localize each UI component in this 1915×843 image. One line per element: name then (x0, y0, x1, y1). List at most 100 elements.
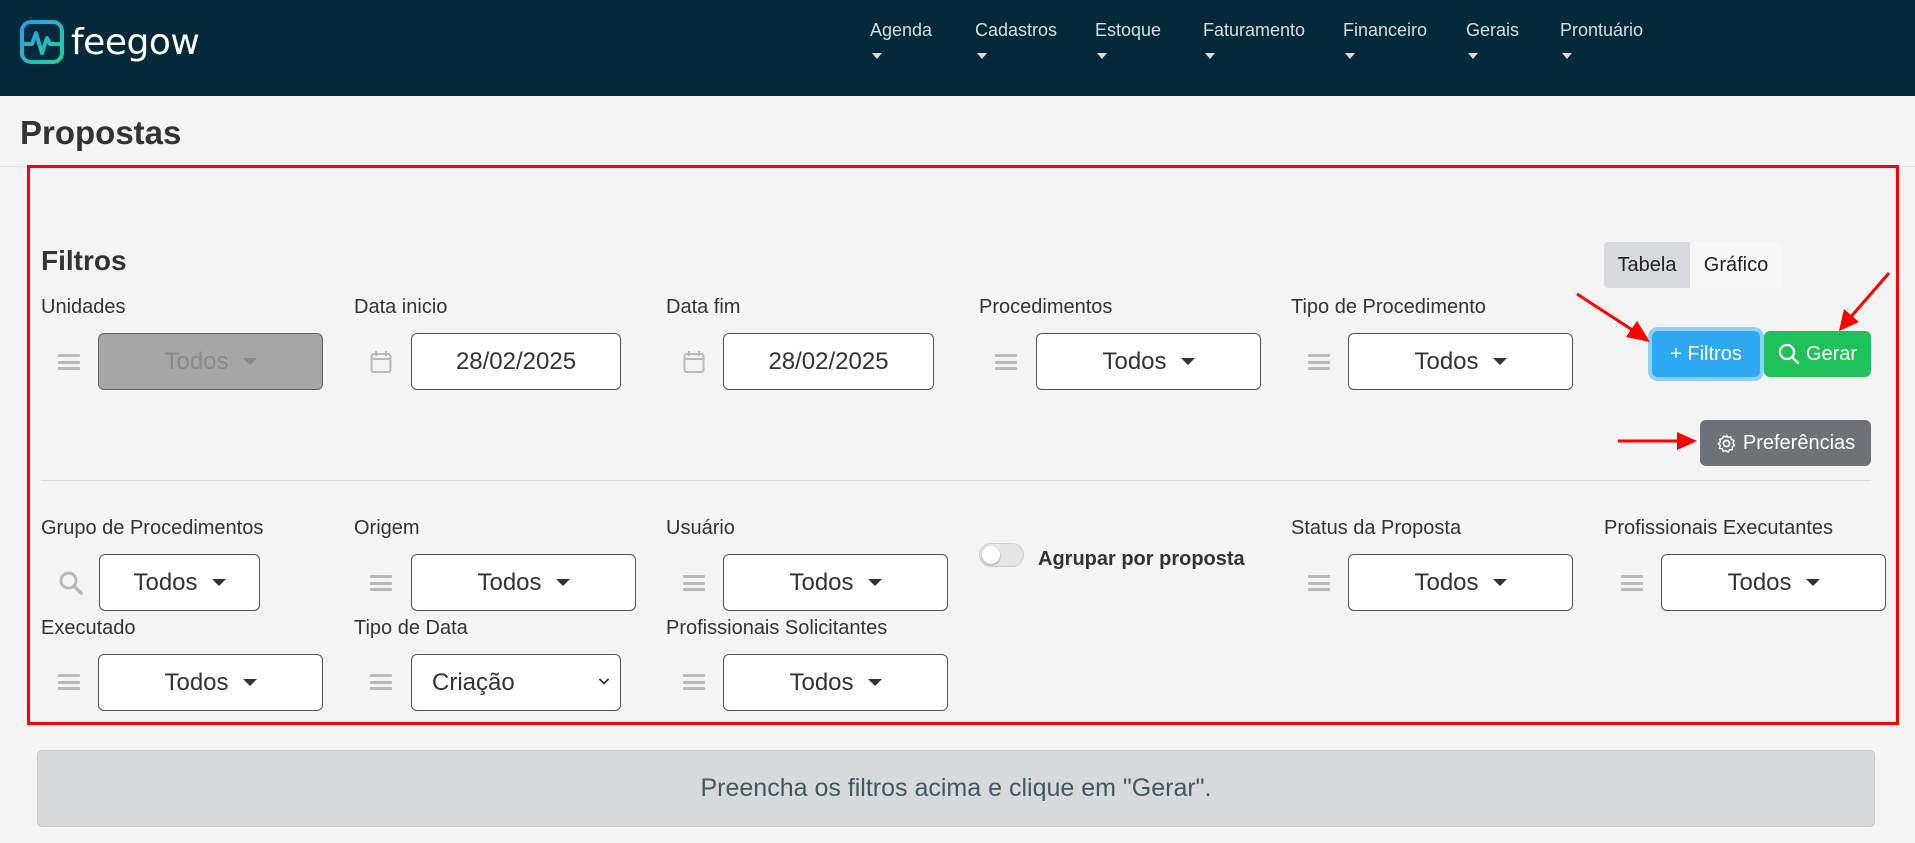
toggle-knob (982, 546, 1000, 564)
view-table-button[interactable]: Tabela (1604, 242, 1690, 288)
nav-item-estoque[interactable]: Estoque (1095, 20, 1161, 59)
status-proposta-select[interactable]: Todos (1348, 554, 1573, 611)
grupo-procedimentos-select[interactable]: Todos (99, 554, 260, 611)
brand-name: feegow (71, 21, 200, 63)
drag-handle-icon[interactable] (1308, 354, 1330, 370)
caret-down-icon (1345, 53, 1355, 59)
nav-label: Financeiro (1343, 20, 1428, 40)
generate-label: Gerar (1805, 342, 1858, 365)
top-navbar: feegow Agenda Cadastros Estoque Faturame… (0, 0, 1915, 96)
tipo-procedimento-label: Tipo de Procedimento (1291, 296, 1486, 318)
origem-label: Origem (354, 517, 420, 539)
caret-down-icon (977, 53, 987, 59)
calendar-icon (370, 351, 392, 373)
data-inicio-input[interactable]: 28/02/2025 (411, 333, 621, 390)
caret-down-icon (1805, 579, 1820, 586)
preferences-label: Preferências (1742, 431, 1856, 454)
nav-label: Gerais (1466, 20, 1520, 40)
drag-handle-icon[interactable] (58, 674, 80, 690)
add-filters-button[interactable]: + Filtros (1652, 331, 1760, 377)
procedimentos-label: Procedimentos (979, 296, 1113, 318)
feegow-logo-icon (20, 20, 64, 64)
procedimentos-value: Todos (1102, 347, 1167, 375)
caret-down-icon (211, 579, 226, 586)
caret-down-icon (1492, 579, 1507, 586)
search-icon (59, 571, 83, 595)
generate-button[interactable]: Gerar (1764, 331, 1871, 377)
preferences-button[interactable]: Preferências (1700, 420, 1871, 466)
filters-title: Filtros (41, 245, 127, 276)
nav-label: Agenda (870, 20, 933, 40)
drag-handle-icon[interactable] (370, 674, 392, 690)
data-fim-input[interactable]: 28/02/2025 (723, 333, 934, 390)
executado-select[interactable]: Todos (98, 654, 323, 711)
grupo-procedimentos-label: Grupo de Procedimentos (41, 517, 264, 539)
nav-label: Cadastros (975, 20, 1058, 40)
info-message: Preencha os filtros acima e clique em "G… (37, 750, 1875, 827)
caret-down-icon (1180, 358, 1195, 365)
caret-down-icon (872, 53, 882, 59)
caret-down-icon (1492, 358, 1507, 365)
origem-value: Todos (477, 568, 542, 596)
data-inicio-label: Data inicio (354, 296, 448, 318)
drag-handle-icon[interactable] (995, 354, 1017, 370)
procedimentos-select[interactable]: Todos (1036, 333, 1261, 390)
executado-label: Executado (41, 617, 136, 639)
gear-icon (1717, 433, 1736, 453)
profissionais-solicitantes-value: Todos (789, 668, 854, 696)
profissionais-executantes-label: Profissionais Executantes (1604, 517, 1834, 539)
unidades-select: Todos (98, 333, 323, 390)
filters-divider (41, 480, 1871, 481)
executado-value: Todos (164, 668, 229, 696)
page-title: Propostas (20, 114, 182, 151)
status-proposta-value: Todos (1414, 568, 1479, 596)
nav-item-cadastros[interactable]: Cadastros (975, 20, 1057, 59)
chevron-down-icon (598, 678, 610, 685)
caret-down-icon (242, 358, 257, 365)
drag-handle-icon[interactable] (683, 575, 705, 591)
status-proposta-label: Status da Proposta (1291, 517, 1462, 539)
drag-handle-icon[interactable] (58, 354, 80, 370)
usuario-value: Todos (789, 568, 854, 596)
unidades-value: Todos (164, 347, 229, 375)
caret-down-icon (867, 679, 882, 686)
unidades-label: Unidades (41, 296, 126, 318)
drag-handle-icon[interactable] (1308, 575, 1330, 591)
nav-item-financeiro[interactable]: Financeiro (1343, 20, 1427, 59)
usuario-select[interactable]: Todos (723, 554, 948, 611)
tipo-procedimento-value: Todos (1414, 347, 1479, 375)
caret-down-icon (555, 579, 570, 586)
tipo-procedimento-select[interactable]: Todos (1348, 333, 1573, 390)
drag-handle-icon[interactable] (683, 674, 705, 690)
nav-item-prontuario[interactable]: Prontuário (1560, 20, 1643, 59)
nav-item-faturamento[interactable]: Faturamento (1203, 20, 1305, 59)
calendar-icon (683, 351, 705, 373)
profissionais-solicitantes-select[interactable]: Todos (723, 654, 948, 711)
profissionais-solicitantes-label: Profissionais Solicitantes (666, 617, 888, 639)
nav-label: Estoque (1095, 20, 1162, 40)
profissionais-executantes-select[interactable]: Todos (1661, 554, 1886, 611)
tipo-data-label: Tipo de Data (354, 617, 468, 639)
nav-item-agenda[interactable]: Agenda (870, 20, 932, 59)
agrupar-toggle[interactable] (979, 543, 1024, 567)
caret-down-icon (1205, 53, 1215, 59)
tipo-data-value: Criação (432, 668, 515, 696)
profissionais-executantes-value: Todos (1727, 568, 1792, 596)
drag-handle-icon[interactable] (1621, 575, 1643, 591)
view-chart-button[interactable]: Gráfico (1690, 242, 1782, 288)
nav-item-gerais[interactable]: Gerais (1466, 20, 1519, 59)
brand-logo[interactable]: feegow (19, 19, 200, 65)
caret-down-icon (1097, 53, 1107, 59)
usuario-label: Usuário (666, 517, 735, 539)
caret-down-icon (867, 579, 882, 586)
nav-label: Prontuário (1560, 20, 1644, 40)
caret-down-icon (1562, 53, 1572, 59)
data-fim-label: Data fim (666, 296, 741, 318)
nav-label: Faturamento (1203, 20, 1306, 40)
caret-down-icon (242, 679, 257, 686)
tipo-data-select[interactable]: Criação (411, 654, 621, 711)
origem-select[interactable]: Todos (411, 554, 636, 611)
caret-down-icon (1468, 53, 1478, 59)
drag-handle-icon[interactable] (370, 575, 392, 591)
agrupar-label: Agrupar por proposta (1038, 548, 1245, 570)
